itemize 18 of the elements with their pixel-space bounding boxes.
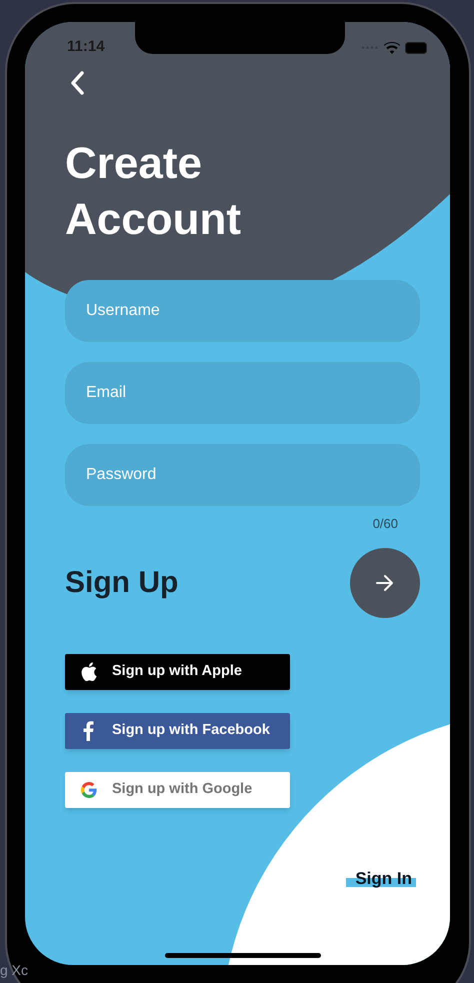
- social-signup-button[interactable]: Sign up with Google: [65, 772, 290, 808]
- input-field[interactable]: Password: [65, 444, 420, 506]
- social-signup-button[interactable]: Sign up with Facebook: [65, 712, 290, 748]
- wifi-icon: [384, 42, 400, 54]
- background-text: g Xc: [0, 961, 28, 980]
- character-counter: 0/60: [372, 515, 398, 533]
- input-field[interactable]: Username: [65, 280, 420, 342]
- section-heading: Sign Up: [65, 565, 178, 601]
- battery-icon: [405, 42, 430, 54]
- back-icon: [70, 71, 84, 95]
- page-title: Create Account: [65, 138, 242, 246]
- facebook-icon: [83, 720, 94, 740]
- apple-icon: [80, 662, 96, 681]
- google-icon: [80, 782, 96, 798]
- input-field[interactable]: Email: [65, 362, 420, 424]
- social-signup-button[interactable]: Sign up with Apple: [65, 654, 290, 690]
- arrow-right-icon: [376, 574, 394, 590]
- status-time: 11:14: [67, 37, 105, 58]
